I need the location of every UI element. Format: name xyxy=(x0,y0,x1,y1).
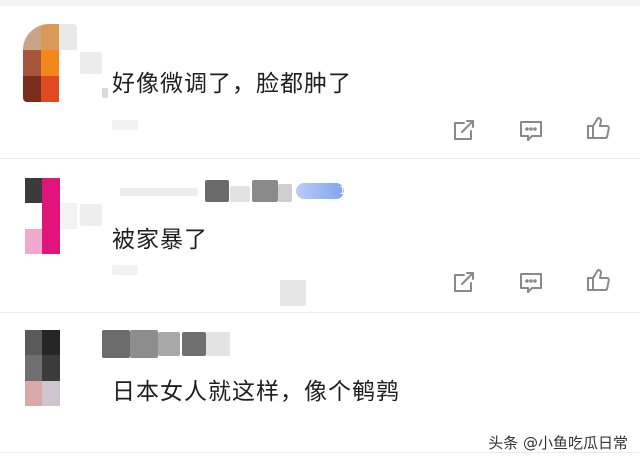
top-divider xyxy=(0,0,640,6)
thumbs-up-icon xyxy=(587,117,610,139)
avatar[interactable] xyxy=(23,24,77,102)
username-redacted xyxy=(205,180,229,202)
username-redacted xyxy=(102,88,108,98)
like-button[interactable] xyxy=(582,112,614,144)
comment-text: 日本女人就这样，像个鹌鹑 xyxy=(112,379,400,405)
comment-text: 好像微调了，脸都肿了 xyxy=(112,71,352,97)
timestamp-redacted xyxy=(280,280,306,306)
share-icon xyxy=(454,120,474,140)
username-redacted xyxy=(182,332,206,356)
comment-divider xyxy=(0,312,640,313)
share-button[interactable] xyxy=(448,266,480,298)
username-redacted xyxy=(206,332,230,356)
username-redacted xyxy=(120,188,198,196)
username-redacted xyxy=(80,52,102,74)
comment-text: 被家暴了 xyxy=(112,227,208,253)
username-redacted xyxy=(130,330,158,358)
comment-icon xyxy=(520,121,542,141)
username-redacted xyxy=(158,332,180,356)
timestamp-redacted xyxy=(112,120,138,130)
user-level-badge: 1 xyxy=(296,182,348,200)
timestamp-redacted xyxy=(112,265,138,275)
share-button[interactable] xyxy=(448,114,480,146)
reply-button[interactable] xyxy=(515,266,547,298)
like-button[interactable] xyxy=(582,264,614,296)
username-redacted xyxy=(252,180,278,202)
comment-feed: 好像微调了，脸都肿了 1 被家暴了 日本女人就这样，像个鹌鹑 头条 @小鱼吃瓜日… xyxy=(0,0,640,469)
comment-icon xyxy=(520,273,542,293)
username-redacted xyxy=(102,330,130,358)
badge-count: 1 xyxy=(339,184,346,197)
username-redacted xyxy=(278,184,292,202)
avatar[interactable] xyxy=(25,178,77,254)
username-redacted xyxy=(230,186,250,202)
share-icon xyxy=(454,272,474,292)
avatar[interactable] xyxy=(25,330,77,406)
reply-button[interactable] xyxy=(515,114,547,146)
comment-divider xyxy=(0,158,640,159)
username-redacted xyxy=(80,204,102,226)
source-watermark: 头条 @小鱼吃瓜日常 xyxy=(488,434,628,452)
thumbs-up-icon xyxy=(587,269,610,291)
